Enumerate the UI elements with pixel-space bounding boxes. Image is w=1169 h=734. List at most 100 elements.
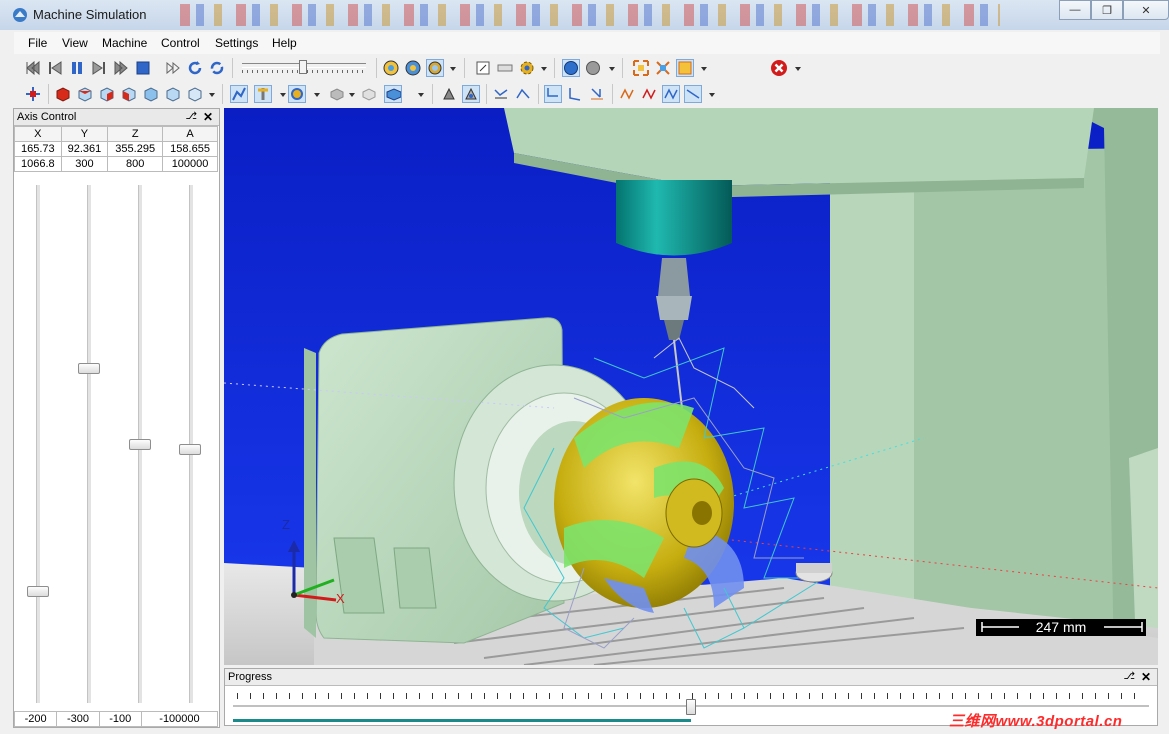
loop-icon[interactable] (208, 59, 226, 77)
fit-view-icon[interactable] (474, 59, 492, 77)
machine-display-icon[interactable] (384, 85, 402, 103)
x-slider-thumb[interactable] (27, 586, 49, 597)
section-icon[interactable] (496, 59, 514, 77)
x-max: 1066.8 (14, 156, 62, 172)
menu-machine[interactable]: Machine (102, 36, 147, 50)
y-position[interactable]: 92.361 (60, 141, 109, 157)
axis-z-header: Z (107, 126, 164, 142)
shaded-mode-icon[interactable] (404, 59, 422, 77)
stock-display-icon[interactable] (328, 85, 346, 103)
zoom-window-icon[interactable] (654, 59, 672, 77)
zoom-all-icon[interactable] (676, 59, 694, 77)
playback-toolbar (14, 55, 1160, 81)
close-panel-icon[interactable]: ✕ (203, 109, 213, 125)
menu-control[interactable]: Control (161, 36, 200, 50)
progress-thumb[interactable] (686, 699, 696, 715)
move-icon[interactable] (24, 85, 42, 103)
view-globe-icon[interactable] (562, 59, 580, 77)
axis-control-header: Axis Control ⎇ ✕ (14, 109, 219, 126)
x-position[interactable]: 165.73 (14, 141, 62, 157)
path-link-icon[interactable] (514, 85, 532, 103)
path-filter-icon[interactable] (684, 85, 702, 103)
cube-top-icon[interactable] (76, 85, 94, 103)
menu-help[interactable]: Help (272, 36, 297, 50)
a-position[interactable]: 158.655 (162, 141, 218, 157)
axis-control-panel: Axis Control ⎇ ✕ X Y Z A 165.73 92.361 3… (13, 108, 220, 728)
step-forward-icon[interactable] (90, 59, 108, 77)
fast-forward-end-icon[interactable] (112, 59, 130, 77)
axis-max-row: 1066.8 300 800 100000 (14, 156, 218, 172)
axis-header-row: X Y Z A (14, 126, 218, 142)
stop-simulation-icon[interactable] (770, 59, 788, 77)
path-step-icon[interactable] (492, 85, 510, 103)
cube-right-icon[interactable] (98, 85, 116, 103)
y-max: 300 (60, 156, 109, 172)
path-retract-icon[interactable] (588, 85, 606, 103)
progress-close-icon[interactable]: ✕ (1141, 669, 1151, 685)
axis-a-header: A (162, 126, 218, 142)
menu-view[interactable]: View (62, 36, 88, 50)
progress-pin-icon[interactable]: ⎇ (1123, 669, 1135, 685)
cube-left-icon[interactable] (120, 85, 138, 103)
material-mode-icon[interactable] (426, 59, 444, 77)
step-back-icon[interactable] (46, 59, 64, 77)
simulation-viewport[interactable]: Z X 247 mm (224, 108, 1158, 665)
axis-control-title: Axis Control (17, 111, 77, 123)
path-color-icon[interactable] (662, 85, 680, 103)
pause-icon[interactable] (68, 59, 86, 77)
speed-slider[interactable] (242, 60, 366, 76)
y-slider-thumb[interactable] (78, 363, 100, 374)
view-sphere-icon[interactable] (584, 59, 602, 77)
z-max: 800 (107, 156, 164, 172)
menu-file[interactable]: File (28, 36, 47, 50)
title-bar: Machine Simulation — ❐ ✕ (0, 0, 1169, 30)
scale-bar-label: 247 mm (1036, 619, 1087, 635)
cube-front-icon[interactable] (54, 85, 72, 103)
a-slider-thumb[interactable] (179, 444, 201, 455)
path-lead-icon[interactable] (544, 85, 562, 103)
path-lift-icon[interactable] (566, 85, 584, 103)
menu-bar: File View Machine Control Settings Help (14, 32, 1160, 54)
x-slider-track[interactable] (36, 185, 41, 703)
progress-title: Progress (228, 671, 273, 683)
menu-settings[interactable]: Settings (215, 36, 258, 50)
triad-z-label: Z (282, 517, 290, 532)
cube-bottom-icon[interactable] (164, 85, 182, 103)
z-position[interactable]: 355.295 (107, 141, 164, 157)
spindle (616, 180, 732, 256)
zoom-fit-icon[interactable] (632, 59, 650, 77)
reload-icon[interactable] (186, 59, 204, 77)
tool-display-icon[interactable] (254, 85, 272, 103)
rewind-start-icon[interactable] (24, 59, 42, 77)
display-mode-icon[interactable] (382, 59, 400, 77)
axis-sliders (14, 185, 219, 709)
fixture-display-icon[interactable] (360, 85, 378, 103)
settings-gear-icon[interactable] (518, 59, 536, 77)
x-min: -200 (13, 711, 58, 727)
axis-min-row: -200 -300 -100 -100000 (13, 711, 219, 727)
toolpath-icon[interactable] (230, 85, 248, 103)
maximize-button[interactable]: ❐ (1091, 0, 1123, 20)
gouge-icon[interactable] (462, 85, 480, 103)
machine-scene: Z X 247 mm (224, 108, 1158, 665)
cube-back-icon[interactable] (142, 85, 160, 103)
a-min: -100000 (140, 711, 219, 727)
y-min: -300 (56, 711, 100, 727)
pin-icon[interactable]: ⎇ (185, 109, 197, 125)
cube-iso-icon[interactable] (186, 85, 204, 103)
axis-x-header: X (14, 126, 62, 142)
stop-icon[interactable] (134, 59, 152, 77)
minimize-button[interactable]: — (1059, 0, 1091, 20)
window-title: Machine Simulation (33, 7, 147, 22)
z-slider-thumb[interactable] (129, 439, 151, 450)
holder-display-icon[interactable] (288, 85, 306, 103)
feed-color-icon[interactable] (618, 85, 636, 103)
y-slider-track[interactable] (87, 185, 92, 703)
a-max: 100000 (162, 156, 218, 172)
close-button[interactable]: ✕ (1123, 0, 1169, 20)
rapid-color-icon[interactable] (640, 85, 658, 103)
collision-icon[interactable] (440, 85, 458, 103)
skip-icon[interactable] (164, 59, 182, 77)
axis-min-table: -200 -300 -100 -100000 (13, 711, 219, 727)
progress-header: Progress ⎇ ✕ (225, 669, 1157, 686)
